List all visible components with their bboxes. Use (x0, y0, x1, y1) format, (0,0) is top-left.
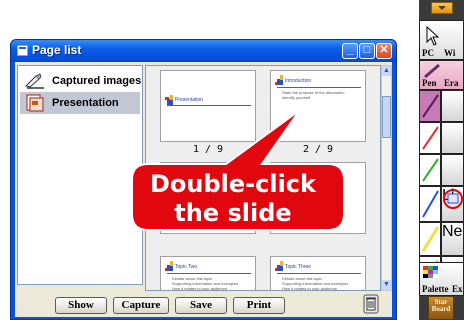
tool-label: Pen (422, 78, 437, 88)
pen-color-green[interactable] (419, 154, 441, 186)
page-number: 1 / 9 (192, 144, 224, 155)
scroll-up-icon[interactable]: ▲ (382, 66, 391, 76)
title-bar[interactable]: Page list _ □ ✕ (11, 40, 396, 62)
list-item-captured-images[interactable]: Captured images (20, 70, 142, 92)
print-button[interactable]: Print (233, 297, 285, 314)
page-number: 2 / 9 (302, 144, 334, 155)
scroll-thumb[interactable] (382, 96, 391, 138)
pen-color-purple[interactable] (419, 90, 441, 122)
pen-color-yellow[interactable] (419, 222, 441, 256)
slide-bullet: Identify yourself (282, 95, 311, 100)
pen-line-icon (422, 94, 439, 118)
page-list-icon (443, 189, 463, 209)
pen-icon (424, 63, 440, 79)
slide-thumbnail-topic-three[interactable]: Topic Three Details about this topic Sup… (270, 256, 366, 291)
captured-images-icon (25, 73, 44, 89)
slide-thumbnail-2[interactable]: Introduction State the purpose of the di… (270, 70, 366, 142)
slide-thumbnail-1[interactable]: Presentation (160, 70, 256, 142)
pen-line-icon (422, 126, 439, 150)
star-board-label: Star Board (431, 298, 451, 313)
category-list: Captured images Presentation (17, 65, 143, 285)
pen-tool-button[interactable]: Pen Era (419, 60, 464, 90)
document-button[interactable] (441, 122, 464, 154)
star-board-logo[interactable]: Star Board (428, 296, 454, 320)
pen-line-icon (422, 190, 439, 218)
pen-line-icon (421, 226, 440, 252)
pc-tool-button[interactable]: PC Wi (419, 20, 464, 60)
list-item-presentation[interactable]: Presentation (20, 92, 140, 114)
slide-thumbnail-topic-two[interactable]: Topic Two Details about this topic Suppo… (160, 256, 256, 291)
capture-button[interactable]: Capture (113, 297, 169, 314)
tool-label: Wi (444, 48, 456, 58)
slide-title: Topic Two (175, 264, 198, 270)
pen-color-red[interactable] (419, 122, 441, 154)
side-toolbar: PC Wi Pen Era Li Ne (419, 0, 464, 320)
tool-label: Ex (452, 284, 463, 294)
show-button[interactable]: Show (55, 297, 107, 314)
tool-label: Palette (422, 284, 449, 294)
slide-bullet: How it relates to your audience (282, 286, 337, 291)
slide-title: Topic Three (285, 264, 312, 270)
list-item-label: Presentation (52, 97, 119, 109)
tool-label: PC (422, 48, 434, 58)
maximize-button[interactable]: □ (359, 43, 375, 59)
slide-title: Presentation (175, 97, 204, 103)
callout-text: Double-click the slide (149, 170, 316, 227)
trash-icon[interactable] (363, 294, 379, 314)
tool-label: Era (444, 78, 459, 88)
vertical-scrollbar[interactable]: ▲ ▼ (381, 65, 392, 291)
palette-icon (423, 266, 438, 278)
toolbar-collapse-button[interactable] (431, 2, 453, 14)
palette-tool-button[interactable]: Palette Ex (419, 262, 464, 296)
tool-button-blank[interactable] (441, 154, 464, 186)
new-tool-button[interactable]: Ne (441, 222, 464, 256)
window-icon (17, 45, 28, 56)
scroll-down-icon[interactable]: ▼ (382, 280, 391, 290)
pen-color-blue[interactable] (419, 186, 441, 222)
window-title: Page list (32, 43, 82, 57)
presentation-icon (26, 94, 44, 112)
minimize-button[interactable]: _ (342, 43, 358, 59)
page-list-tool-button[interactable]: Li (441, 186, 464, 222)
pen-line-icon (422, 158, 439, 182)
save-button[interactable]: Save (175, 297, 227, 314)
new-page-button[interactable] (441, 90, 464, 122)
list-item-label: Captured images (52, 75, 142, 87)
slide-title: Introduction (285, 78, 312, 84)
slide-bullet: How it relates to your audience (172, 286, 227, 291)
pointer-icon (426, 25, 440, 46)
close-button[interactable]: ✕ (376, 43, 392, 59)
tool-label: Ne (442, 223, 463, 240)
